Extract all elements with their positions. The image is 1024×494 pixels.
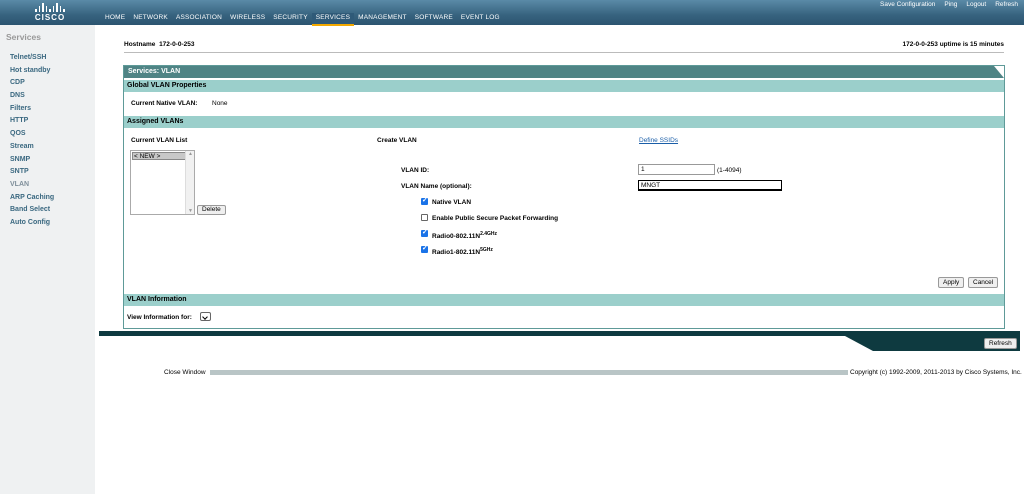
- radio1-label-text: Radio1-802.11N: [432, 249, 481, 257]
- vlan-id-range: (1-4094): [717, 167, 742, 174]
- assigned-vlans-text: Assigned VLANs: [127, 118, 184, 125]
- scroll-down-icon[interactable]: ▼: [188, 208, 193, 214]
- main-nav: HOME NETWORK ASSOCIATION WIRELESS SECURI…: [101, 13, 504, 26]
- sidebar-item-cdp[interactable]: CDP: [10, 77, 95, 90]
- pspf-checkbox-label: Enable Public Secure Packet Forwarding: [432, 215, 559, 222]
- top-header-bar: CISCO Save Configuration Ping Logout Ref…: [0, 0, 1024, 26]
- sidebar-item-sntp[interactable]: SNTP: [10, 166, 95, 179]
- native-vlan-value: None: [212, 100, 228, 107]
- nav-association[interactable]: ASSOCIATION: [172, 13, 226, 26]
- copyright-text: Copyright (c) 1992-2009, 2011-2013 by Ci…: [850, 369, 1022, 376]
- radio1-band: 5GHz: [480, 247, 493, 253]
- radio0-band: 2.4GHz: [480, 231, 498, 237]
- apply-button[interactable]: Apply: [938, 277, 965, 288]
- nav-event-log[interactable]: EVENT LOG: [457, 13, 504, 26]
- native-vlan-label: Current Native VLAN:: [131, 100, 198, 107]
- panel-title-text: Services: VLAN: [128, 68, 181, 75]
- cisco-logo: CISCO: [30, 2, 70, 24]
- sidebar-item-telnet-ssh[interactable]: Telnet/SSH: [10, 52, 95, 65]
- refresh-button[interactable]: Refresh: [984, 338, 1017, 349]
- hostname-row: Hostname 172-0-0-253 172-0-0-253 uptime …: [124, 41, 1004, 51]
- nav-management[interactable]: MANAGEMENT: [354, 13, 411, 26]
- vlan-panel: Services: VLAN Global VLAN Properties Cu…: [123, 65, 1005, 329]
- global-vlan-properties-text: Global VLAN Properties: [127, 82, 207, 89]
- cisco-wordmark: CISCO: [34, 13, 66, 22]
- sidebar-item-band-select[interactable]: Band Select: [10, 204, 95, 217]
- vlan-information-text: VLAN Information: [127, 296, 187, 303]
- assigned-vlans-header: Assigned VLANs: [124, 116, 1004, 128]
- nav-network[interactable]: NETWORK: [129, 13, 172, 26]
- nav-software[interactable]: SOFTWARE: [411, 13, 457, 26]
- create-vlan-label: Create VLAN: [377, 137, 417, 144]
- hostname: Hostname 172-0-0-253: [124, 41, 194, 48]
- list-item[interactable]: < NEW >: [132, 152, 186, 160]
- radio1-checkbox[interactable]: [421, 244, 428, 253]
- sidebar-item-dns[interactable]: DNS: [10, 90, 95, 103]
- nav-services[interactable]: SERVICES: [311, 13, 355, 26]
- native-vlan-checkbox[interactable]: [421, 196, 428, 205]
- ping-link[interactable]: Ping: [944, 1, 957, 8]
- sidebar-item-vlan[interactable]: VLAN: [10, 179, 95, 192]
- vlan-listbox[interactable]: < NEW > ▲ ▼: [130, 150, 195, 215]
- define-ssids-link[interactable]: Define SSIDs: [639, 137, 678, 144]
- top-links: Save Configuration Ping Logout Refresh: [880, 1, 1018, 8]
- sidebar-item-arp-caching[interactable]: ARP Caching: [10, 192, 95, 205]
- sidebar-item-http[interactable]: HTTP: [10, 115, 95, 128]
- refresh-link[interactable]: Refresh: [995, 1, 1018, 8]
- scroll-up-icon[interactable]: ▲: [188, 151, 193, 157]
- nav-wireless[interactable]: WIRELESS: [226, 13, 269, 26]
- global-vlan-properties-header: Global VLAN Properties: [124, 80, 1004, 92]
- sidebar-item-stream[interactable]: Stream: [10, 141, 95, 154]
- sidebar-list: Telnet/SSH Hot standby CDP DNS Filters H…: [10, 52, 95, 230]
- native-vlan-checkbox-label: Native VLAN: [432, 199, 472, 206]
- sidebar-item-hot-standby[interactable]: Hot standby: [10, 65, 95, 78]
- sidebar-item-filters[interactable]: Filters: [10, 103, 95, 116]
- footer-bar: [99, 331, 1020, 336]
- radio0-label-text: Radio0-802.11N: [432, 233, 481, 241]
- radio1-checkbox-label: Radio1-802.11N5GHz: [432, 247, 493, 256]
- vlan-information-header: VLAN Information: [124, 294, 1004, 306]
- uptime-text: 172-0-0-253 uptime is 15 minutes: [902, 41, 1004, 48]
- close-window-link[interactable]: Close Window: [164, 369, 206, 376]
- view-information-select[interactable]: [200, 312, 211, 321]
- pspf-checkbox[interactable]: [421, 214, 428, 221]
- cancel-button[interactable]: Cancel: [968, 277, 999, 288]
- sidebar-item-auto-config[interactable]: Auto Config: [10, 217, 95, 230]
- nav-home[interactable]: HOME: [101, 13, 129, 26]
- current-vlan-list-label: Current VLAN List: [131, 137, 188, 144]
- hostname-label: Hostname: [124, 41, 156, 48]
- delete-button[interactable]: Delete: [197, 205, 226, 215]
- panel-title: Services: VLAN: [124, 66, 1004, 78]
- nav-security[interactable]: SECURITY: [269, 13, 311, 26]
- hostname-value: 172-0-0-253: [159, 41, 195, 48]
- footer-gray-bar: [210, 370, 848, 375]
- sidebar: Services Telnet/SSH Hot standby CDP DNS …: [0, 25, 95, 494]
- logout-link[interactable]: Logout: [966, 1, 986, 8]
- save-configuration-link[interactable]: Save Configuration: [880, 1, 935, 8]
- listbox-scrollbar[interactable]: ▲ ▼: [185, 151, 194, 214]
- sidebar-item-snmp[interactable]: SNMP: [10, 154, 95, 167]
- vlan-name-input[interactable]: [638, 180, 782, 191]
- radio0-checkbox[interactable]: [421, 228, 428, 237]
- sidebar-title: Services: [6, 32, 41, 42]
- divider: [124, 52, 1004, 53]
- vlan-id-input[interactable]: [638, 164, 715, 175]
- radio0-checkbox-label: Radio0-802.11N2.4GHz: [432, 231, 497, 240]
- cisco-bars-icon: [30, 2, 70, 12]
- vlan-id-label: VLAN ID:: [401, 167, 430, 174]
- view-information-label: View Information for:: [127, 314, 192, 321]
- sidebar-item-qos[interactable]: QOS: [10, 128, 95, 141]
- vlan-name-label: VLAN Name (optional):: [401, 183, 472, 190]
